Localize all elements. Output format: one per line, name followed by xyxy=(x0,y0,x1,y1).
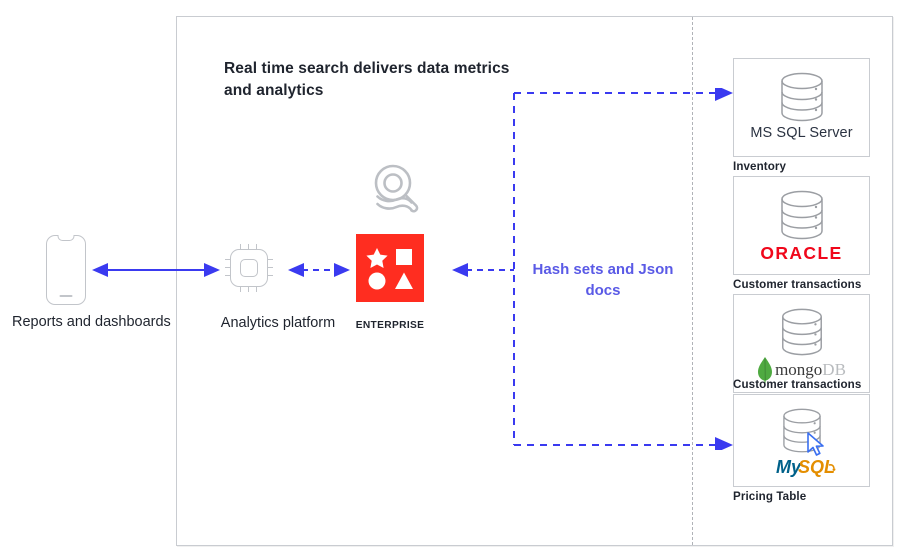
db-title-mongodb: mongoDB xyxy=(775,360,846,379)
mysql-logo-icon: My SQL xyxy=(734,432,869,482)
database-cylinder-icon xyxy=(780,190,823,240)
arrow-platform-to-redis xyxy=(288,263,350,277)
cpu-chip-icon xyxy=(225,244,273,292)
mobile-phone-icon xyxy=(46,235,86,305)
arrow-phone-to-platform xyxy=(92,263,220,277)
analytics-platform-label: Analytics platform xyxy=(220,315,336,331)
db-card-mysql[interactable]: My SQL xyxy=(733,394,870,487)
db-caption-mysql: Pricing Table xyxy=(733,490,807,503)
redisearch-logo-icon xyxy=(368,162,432,224)
svg-text:SQL: SQL xyxy=(798,457,835,477)
db-title-oracle: ORACLE xyxy=(760,243,843,263)
database-cylinder-icon xyxy=(780,72,823,122)
db-card-oracle[interactable]: ORACLE xyxy=(733,176,870,275)
hash-sets-json-docs-label: Hash sets and Json docs xyxy=(532,261,674,299)
mouse-cursor xyxy=(807,432,824,456)
reports-dashboards-label: Reports and dashboards xyxy=(12,314,171,330)
db-card-mssql[interactable]: MS SQL Server xyxy=(733,58,870,157)
db-caption-oracle: Customer transactions xyxy=(733,278,862,291)
diagram-headline: Real time search delivers data metrics a… xyxy=(224,60,510,99)
redis-enterprise-logo-icon xyxy=(356,234,424,302)
db-caption-mongodb: Customer transactions xyxy=(733,378,862,391)
phone-notch xyxy=(57,235,75,241)
db-caption-mssql: Inventory xyxy=(733,160,787,173)
enterprise-label: ENTERPRISE xyxy=(355,320,425,331)
phone-home-bar xyxy=(59,295,73,297)
diagram-canvas: Real time search delivers data metrics a… xyxy=(0,0,916,551)
db-title-mssql: MS SQL Server xyxy=(750,125,853,141)
database-cylinder-icon xyxy=(781,308,822,356)
chip-core xyxy=(240,259,258,277)
